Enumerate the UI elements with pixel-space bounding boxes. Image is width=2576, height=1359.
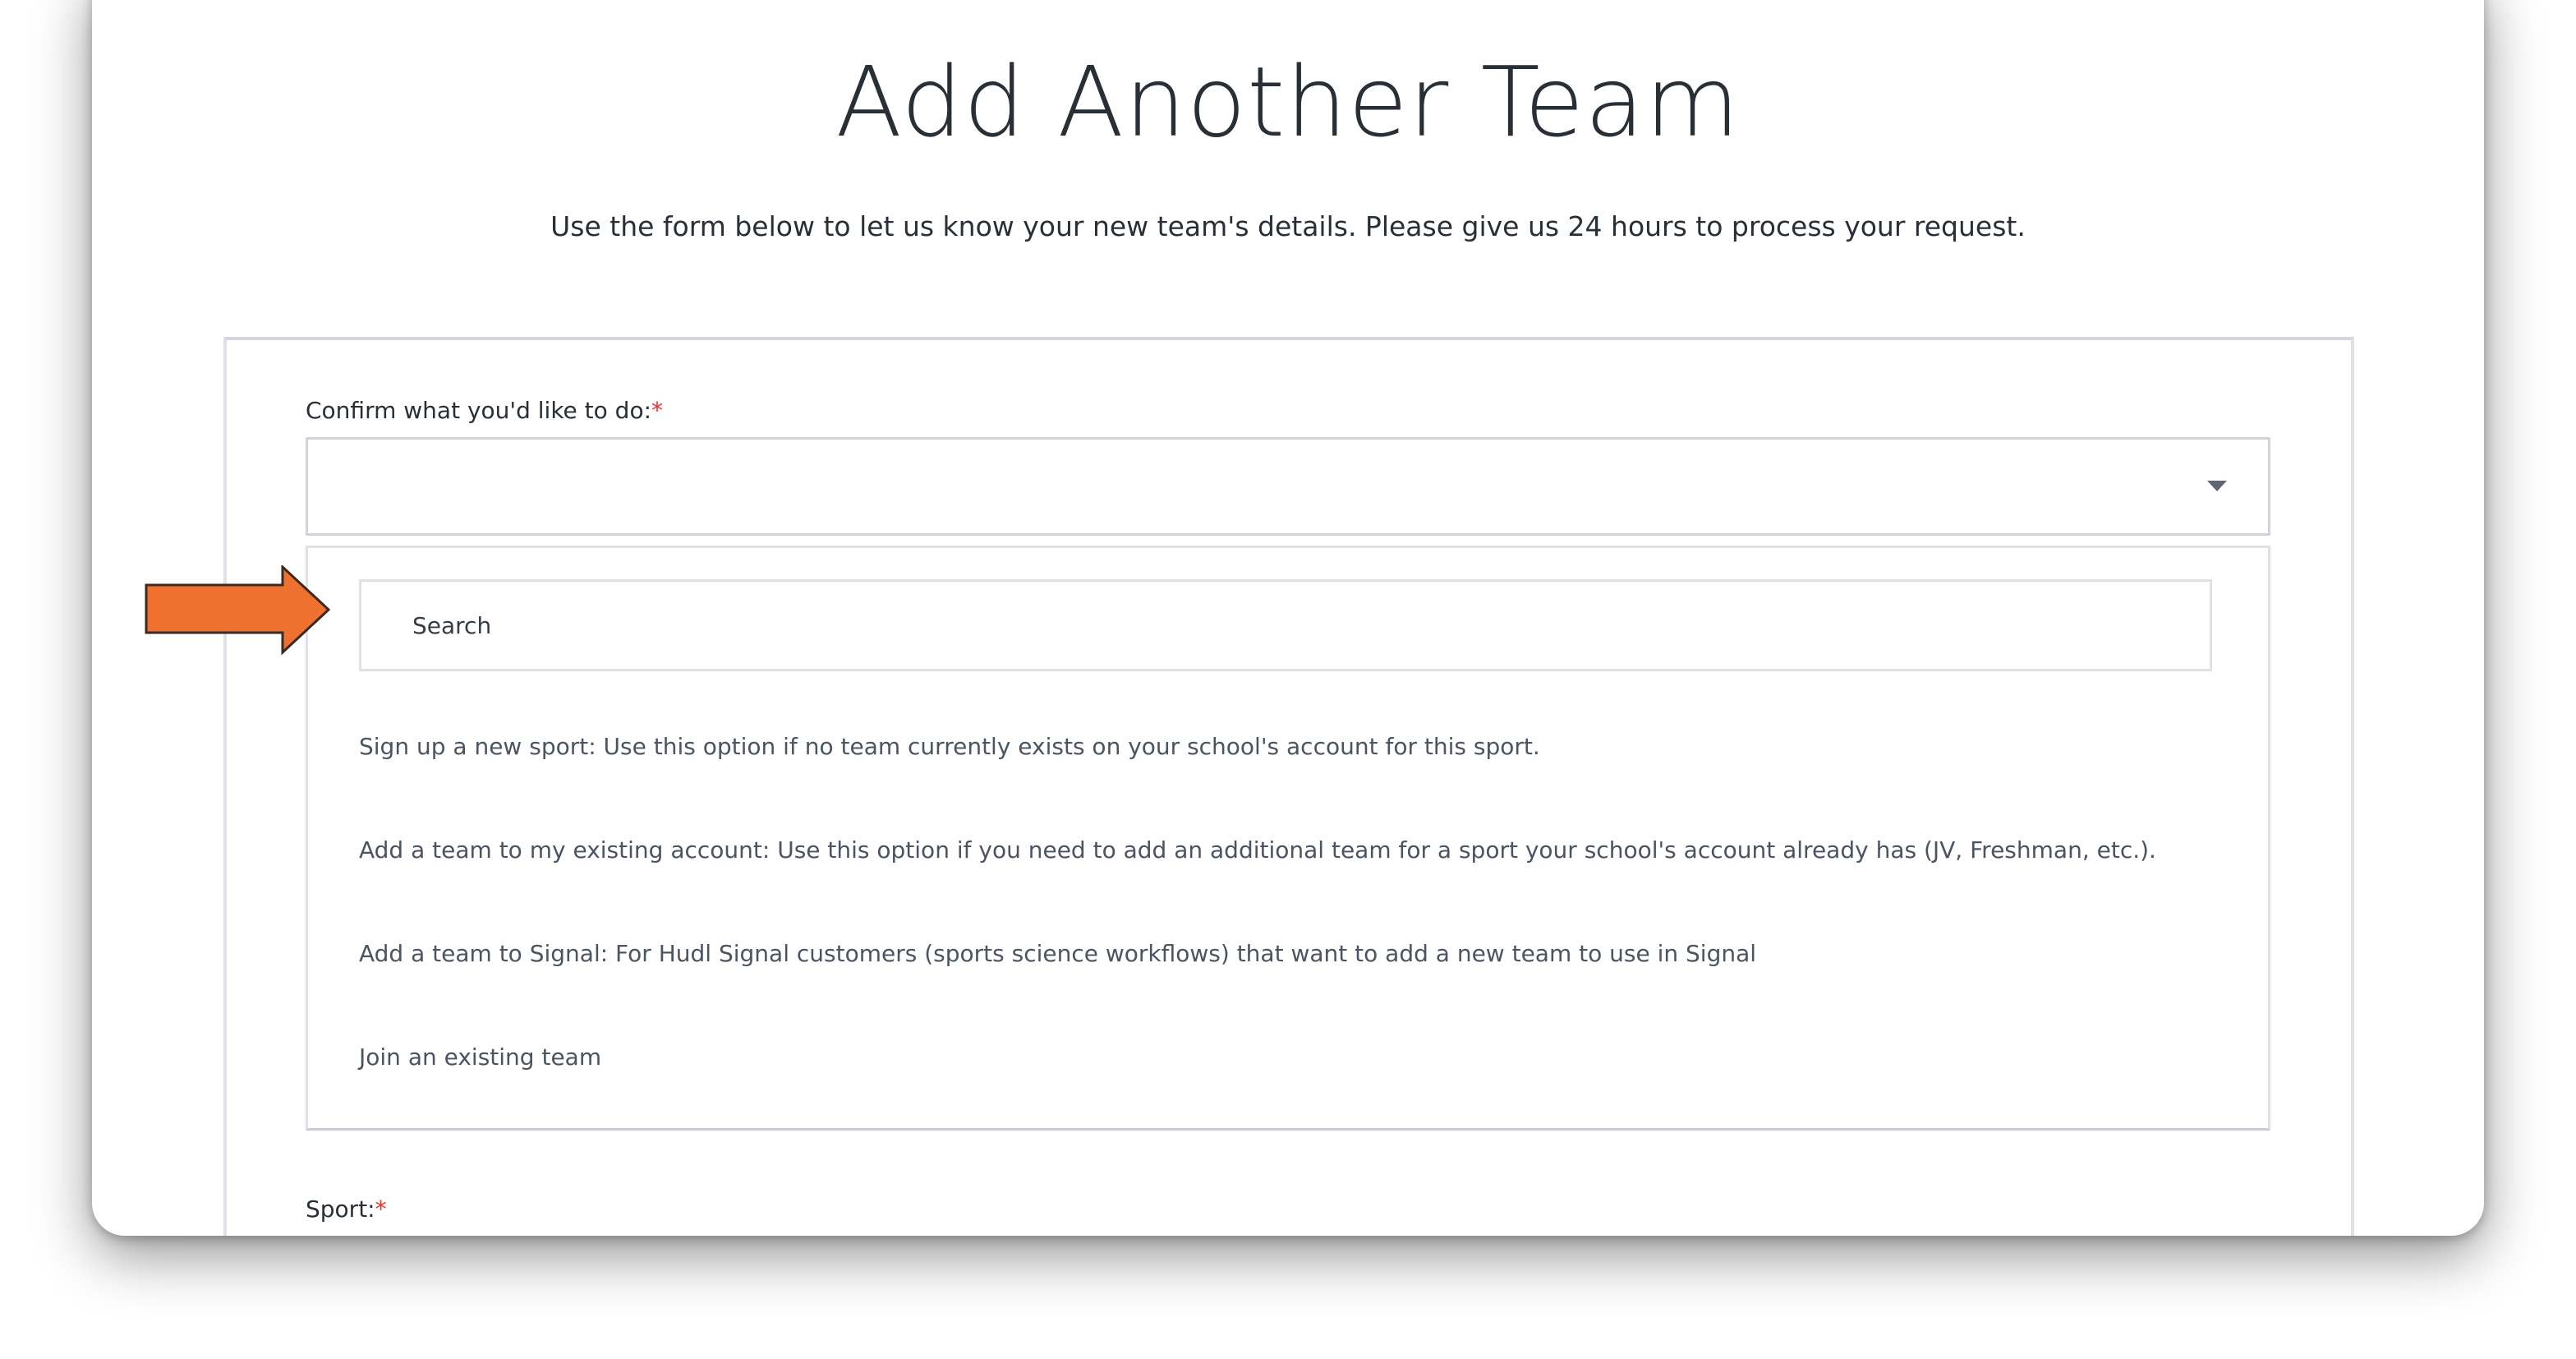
page-title: Add Another Team [835, 45, 1741, 159]
dropdown-search-input[interactable] [359, 579, 2212, 671]
browser-window: Add Another Team Use the form below to l… [92, 0, 2484, 1236]
action-dropdown-menu: Sign up a new sport: Use this option if … [306, 546, 2270, 1131]
dropdown-option-add-team-existing-account[interactable]: Add a team to my existing account: Use t… [359, 834, 2156, 867]
required-marker: * [375, 1195, 387, 1223]
sport-field-label-text: Sport: [306, 1195, 375, 1223]
page-subtitle: Use the form below to let us know your n… [550, 210, 2026, 242]
chevron-down-icon[interactable] [2207, 481, 2227, 491]
dropdown-option-add-team-signal[interactable]: Add a team to Signal: For Hudl Signal cu… [359, 937, 1756, 970]
dropdown-option-new-sport[interactable]: Sign up a new sport: Use this option if … [359, 730, 1540, 763]
sport-field-label: Sport:* [306, 1193, 387, 1226]
add-team-form: Confirm what you'd like to do:* Sign up … [223, 337, 2354, 1236]
action-field-label: Confirm what you'd like to do:* [306, 394, 663, 427]
action-select[interactable] [306, 437, 2270, 536]
dropdown-option-join-existing-team[interactable]: Join an existing team [359, 1041, 601, 1074]
action-field-label-text: Confirm what you'd like to do: [306, 397, 652, 424]
arrow-right-icon [145, 565, 331, 656]
required-marker: * [651, 397, 664, 424]
